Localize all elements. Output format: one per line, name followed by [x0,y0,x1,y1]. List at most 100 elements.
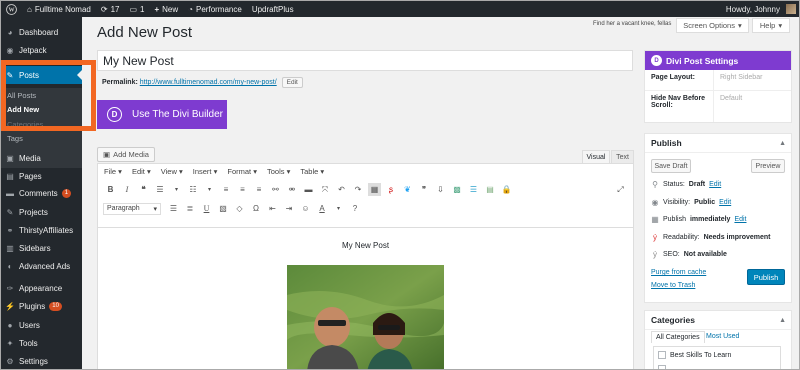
sidebar-item-pages[interactable]: ▤ Pages [1,167,82,185]
shortcode-grid-icon[interactable]: ▩ [451,183,464,196]
add-media-button[interactable]: ▣ Add Media [97,147,155,162]
bullet-list-icon[interactable]: ☰ [154,183,167,196]
format-select[interactable]: Paragraph ▾ [103,202,161,215]
align-center-icon[interactable]: ≡ [236,183,249,196]
permalink-url[interactable]: http://www.fulltimenomad.com/my-new-post… [140,79,277,86]
hide-nav-select[interactable]: Default [713,91,791,122]
menu-view[interactable]: View ▾ [161,167,183,176]
editor-content[interactable]: My New Post [98,227,633,369]
account-menu[interactable]: Howdy, Johnny [721,1,799,17]
justify-icon[interactable]: ≣ [184,202,197,215]
comments-link[interactable]: ▭ 1 [124,1,149,17]
schedule-edit-link[interactable]: Edit [734,216,746,223]
menu-file[interactable]: File ▾ [104,167,122,176]
sidebar-item-users[interactable]: ● Users [1,316,82,334]
bold-icon[interactable]: B [104,183,117,196]
visibility-edit-link[interactable]: Edit [719,199,731,206]
sidebar-item-appearance[interactable]: ✑ Appearance [1,279,82,297]
divider-icon[interactable]: ☰ [467,183,480,196]
strikethrough-icon[interactable]: ☰ [167,202,180,215]
menu-insert[interactable]: Insert ▾ [193,167,218,176]
text-color-icon[interactable]: A [316,202,329,215]
publish-header[interactable]: Publish ▲ [645,134,791,153]
sidebar-item-comments[interactable]: ▬ Comments 1 [1,184,82,202]
fullscreen-icon[interactable]: ⤧ [319,183,332,196]
permalink-edit-button[interactable]: Edit [281,77,303,88]
divi-settings-header[interactable]: D Divi Post Settings [645,51,791,70]
sidebar-item-jetpack[interactable]: ◉ Jetpack [1,41,82,59]
status-edit-link[interactable]: Edit [709,181,721,188]
categories-header[interactable]: Categories ▲ [645,311,791,330]
post-title-input[interactable]: My New Post [97,50,633,71]
sidebar-item-media[interactable]: ▣ Media [1,149,82,167]
category-item[interactable]: Best Skills To Learn [654,347,780,363]
menu-edit[interactable]: Edit ▾ [132,167,151,176]
sidebar-item-thirstyaffiliates[interactable]: ⚭ ThirstyAffiliates [1,221,82,239]
save-draft-button[interactable]: Save Draft [651,159,691,173]
page-layout-select[interactable]: Right Sidebar [713,70,791,90]
twitter-icon[interactable]: ❦ [401,183,414,196]
caret-down-icon[interactable]: ▾ [203,183,216,196]
sidebar-item-projects[interactable]: ✎ Projects [1,203,82,221]
sidebar-item-tools[interactable]: ✦ Tools [1,334,82,352]
indent-icon[interactable]: ⇥ [283,202,296,215]
wordpress-logo-icon[interactable]: W [1,1,22,17]
chart-icon: ◐ [7,261,13,271]
tab-text[interactable]: Text [611,150,634,163]
quote-icon[interactable]: ❞ [418,183,431,196]
tab-all-categories[interactable]: All Categories [651,331,705,343]
screen-options-button[interactable]: Screen Options ▾ [676,18,749,33]
menu-table[interactable]: Table ▾ [300,167,324,176]
align-right-icon[interactable]: ≡ [253,183,266,196]
menu-format[interactable]: Format ▾ [227,167,257,176]
special-character-icon[interactable]: Ω [250,202,263,215]
lock-icon[interactable]: 🔒 [500,183,513,196]
toolbar-toggle-icon[interactable]: ▦ [368,183,381,196]
publish-button[interactable]: Publish [747,269,785,285]
clear-formatting-icon[interactable]: ◇ [233,202,246,215]
tab-most-used[interactable]: Most Used [702,331,743,342]
sidebar-item-sidebars[interactable]: ▥ Sidebars [1,239,82,257]
outdent-icon[interactable]: ⇤ [266,202,279,215]
underline-icon[interactable]: U [200,202,213,215]
updraftplus-link[interactable]: UpdraftPlus [247,1,299,17]
submenu-tags[interactable]: Tags [7,134,23,143]
sidebar-item-settings[interactable]: ⚙ Settings [1,352,82,369]
menu-tools[interactable]: Tools ▾ [267,167,290,176]
menu-label: Insert [192,167,212,176]
site-name-link[interactable]: ⌂ Fulltime Nomad [22,1,96,17]
download-icon[interactable]: ⇩ [434,183,447,196]
help-icon[interactable]: ? [349,202,362,215]
redo-icon[interactable]: ↷ [352,183,365,196]
caret-down-icon[interactable]: ▾ [332,202,345,215]
help-button[interactable]: Help ▾ [752,18,790,33]
numbered-list-icon[interactable]: ☷ [187,183,200,196]
preview-button[interactable]: Preview [751,159,785,173]
sidebar-item-plugins[interactable]: ⚡ Plugins 10 [1,297,82,315]
emoticon-icon[interactable]: ☺ [299,202,312,215]
link-icon[interactable]: ⚯ [269,183,282,196]
expand-icon[interactable]: ⤢ [614,183,627,196]
new-content-link[interactable]: + New [149,1,183,17]
unlink-icon[interactable]: ⚮ [286,183,299,196]
paste-text-icon[interactable]: ▧ [217,202,230,215]
spellcheck-icon[interactable]: ʂ [385,183,398,196]
use-divi-builder-button[interactable]: D Use The Divi Builder [97,100,227,129]
horizontal-line-icon[interactable]: ▬ [302,183,315,196]
align-left-icon[interactable]: ≡ [220,183,233,196]
performance-link[interactable]: ◔ Performance [183,1,247,17]
undo-icon[interactable]: ↶ [335,183,348,196]
caret-down-icon[interactable]: ▾ [170,183,183,196]
sidebar-item-dashboard[interactable]: ◕ Dashboard [1,23,82,41]
checkbox[interactable] [658,365,666,369]
table-plugin-icon[interactable]: ▤ [484,183,497,196]
tab-visual[interactable]: Visual [582,150,610,163]
move-to-trash-link[interactable]: Move to Trash [651,282,695,289]
updates-link[interactable]: ⟳ 17 [96,1,125,17]
sidebar-item-advanced-ads[interactable]: ◐ Advanced Ads [1,257,82,275]
italic-icon[interactable]: I [121,183,134,196]
category-item[interactable] [654,363,780,369]
blockquote-icon[interactable]: ❝ [137,183,150,196]
checkbox[interactable] [658,351,666,359]
purge-cache-link[interactable]: Purge from cache [651,269,706,276]
